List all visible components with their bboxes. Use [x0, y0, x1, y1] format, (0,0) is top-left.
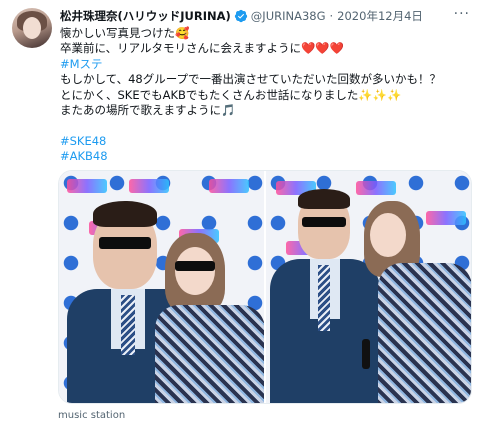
woman-figure — [145, 227, 264, 403]
man-hair — [298, 189, 350, 209]
man-hair — [93, 201, 157, 227]
hearts-emoji: ❤️❤️❤️ — [301, 41, 345, 56]
line-text: またあの場所で歌えますように — [60, 102, 221, 117]
media-grid — [58, 170, 472, 404]
handle[interactable]: @JURINA38G — [251, 9, 326, 23]
music-note-emoji: 🎵 — [221, 102, 236, 117]
tweet-text: 懐かしい写真見つけた🥰 卒業前に、リアルタモリさんに会えますように❤️❤️❤️ … — [60, 26, 470, 165]
woman-figure — [364, 201, 471, 403]
separator-dot: · — [329, 9, 334, 23]
media-caption: music station — [58, 410, 126, 421]
line-text: とにかく、SKEでもAKBでもたくさんお世話になりました — [60, 87, 359, 102]
sparkles-emoji: ✨✨✨ — [358, 87, 402, 102]
line-text: 懐かしい写真見つけた — [60, 26, 175, 40]
woman-sunglasses — [175, 261, 215, 271]
tweet-line: 懐かしい写真見つけた🥰 — [60, 26, 470, 41]
avatar[interactable] — [12, 8, 52, 48]
sunglasses — [99, 237, 151, 249]
photo-left[interactable] — [59, 171, 264, 403]
sunglasses — [302, 217, 346, 227]
photo-right[interactable] — [266, 171, 471, 403]
tie — [121, 295, 135, 355]
hashtag-mst[interactable]: #Mステ — [60, 57, 470, 72]
tweet-line: もしかして、48グループで一番出演させていただいた回数が多いかも！？ — [60, 72, 442, 87]
woman-face — [370, 213, 406, 257]
tie — [318, 265, 330, 331]
tweet-line: またあの場所で歌えますように🎵 — [60, 103, 470, 118]
display-name[interactable]: 松井珠理奈(ハリウッドJURINA) — [60, 8, 231, 24]
avatar-face — [23, 17, 41, 39]
woman-face — [175, 247, 215, 295]
tweet-date[interactable]: 2020年12月4日 — [337, 8, 423, 24]
hashtag-ske48[interactable]: #SKE48 — [60, 134, 470, 149]
tweet-line: とにかく、SKEでもAKBでもたくさんお世話になりました✨✨✨ — [60, 88, 470, 103]
smiling-hearts-emoji: 🥰 — [175, 26, 190, 40]
mst-logo-banner — [209, 179, 249, 193]
verified-badge-icon — [234, 9, 247, 23]
tweet-line: 卒業前に、リアルタモリさんに会えますように❤️❤️❤️ — [60, 41, 470, 56]
hashtag-akb48[interactable]: #AKB48 — [60, 149, 470, 164]
dress — [155, 305, 264, 403]
dress — [378, 263, 471, 403]
tweet-header: 松井珠理奈(ハリウッドJURINA) @JURINA38G · 2020年12月… — [60, 7, 423, 25]
line-text: 卒業前に、リアルタモリさんに会えますように — [60, 41, 302, 56]
more-options-icon[interactable]: ··· — [454, 6, 470, 22]
